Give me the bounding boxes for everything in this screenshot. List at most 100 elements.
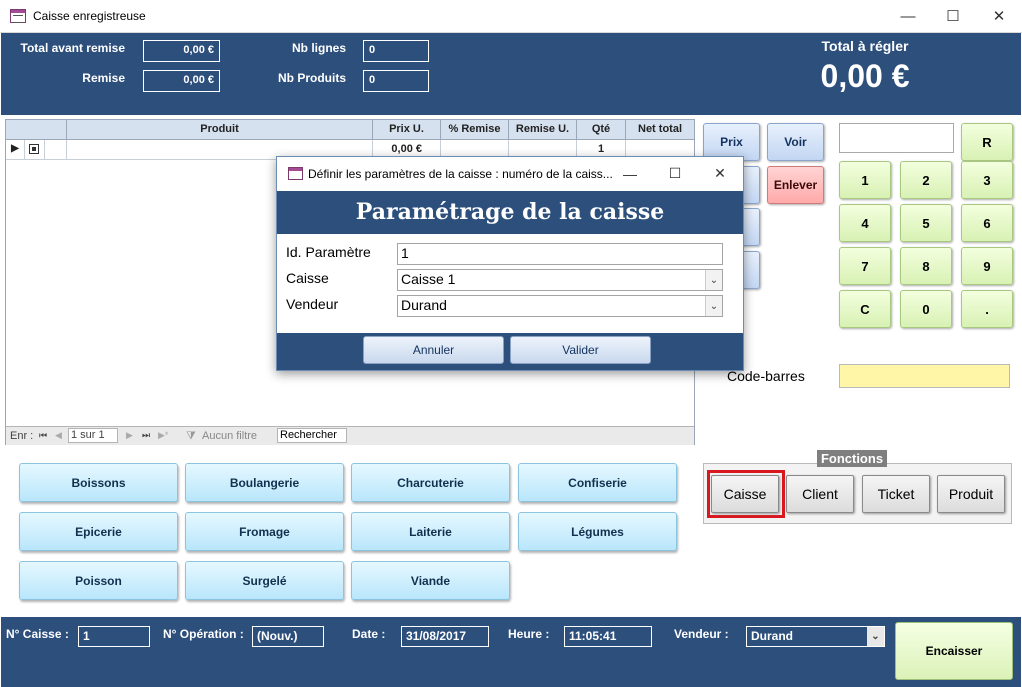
grid-header: Produit Prix U. % Remise Remise U. Qté N…	[6, 120, 694, 140]
caisse-select-value: Caisse 1	[401, 271, 456, 287]
category-fromage-button[interactable]: Fromage	[185, 512, 344, 551]
previous-record-icon[interactable]: ◀	[55, 430, 62, 441]
dialog-titlebar: Définir les paramètres de la caisse : nu…	[277, 157, 743, 190]
column-header-remise-u[interactable]: Remise U.	[508, 120, 576, 140]
record-label: Enr :	[10, 430, 34, 442]
encaisser-button[interactable]: Encaisser	[895, 622, 1013, 680]
category-boulangerie-button[interactable]: Boulangerie	[185, 463, 344, 502]
record-position-field[interactable]: 1 sur 1	[68, 428, 118, 443]
operation-number-field[interactable]: (Nouv.)	[252, 626, 324, 647]
window-title: Caisse enregistreuse	[33, 9, 146, 23]
ticket-button[interactable]: Ticket	[862, 475, 930, 513]
client-button[interactable]: Client	[786, 475, 854, 513]
vendeur-dialog-label: Vendeur	[286, 296, 339, 312]
heure-label: Heure :	[508, 627, 550, 641]
annuler-button[interactable]: Annuler	[363, 336, 504, 364]
next-record-icon[interactable]: ▶	[126, 430, 133, 441]
chevron-down-icon[interactable]: ⌄	[867, 627, 884, 646]
access-form-icon	[10, 9, 26, 23]
barcode-input[interactable]	[839, 364, 1010, 388]
id-parametre-field[interactable]: 1	[397, 243, 723, 265]
category-surgele-button[interactable]: Surgelé	[185, 561, 344, 600]
date-field[interactable]: 31/08/2017	[401, 626, 489, 647]
dialog-form-icon	[288, 167, 303, 180]
key-6[interactable]: 6	[961, 204, 1013, 242]
key-9[interactable]: 9	[961, 247, 1013, 285]
vendeur-label: Vendeur :	[674, 627, 729, 641]
column-header-net-total[interactable]: Net total	[625, 120, 694, 140]
heure-field[interactable]: 11:05:41	[564, 626, 652, 647]
dialog-title: Définir les paramètres de la caisse : nu…	[308, 167, 613, 181]
key-c[interactable]: C	[839, 290, 891, 328]
key-8[interactable]: 8	[900, 247, 952, 285]
current-row-indicator-icon: ▶	[6, 140, 24, 160]
column-header-prix-u[interactable]: Prix U.	[372, 120, 440, 140]
caisse-select[interactable]: Caisse 1 ⌄	[397, 269, 723, 291]
nb-lignes-field: 0	[363, 40, 429, 62]
category-confiserie-button[interactable]: Confiserie	[518, 463, 677, 502]
total-avant-remise-label: Total avant remise	[20, 41, 125, 55]
key-4[interactable]: 4	[839, 204, 891, 242]
caisse-number-label: N° Caisse :	[6, 627, 69, 641]
key-1[interactable]: 1	[839, 161, 891, 199]
row-spacer	[44, 140, 66, 160]
dialog-minimize-button[interactable]: —	[607, 157, 653, 190]
category-boissons-button[interactable]: Boissons	[19, 463, 178, 502]
dialog-close-button[interactable]: ✕	[697, 157, 743, 190]
total-avant-remise-field: 0,00 €	[143, 40, 220, 62]
total-a-regler-label: Total à régler	[821, 38, 909, 54]
key-2[interactable]: 2	[900, 161, 952, 199]
id-parametre-label: Id. Paramètre	[286, 244, 371, 260]
nb-produits-label: Nb Produits	[278, 71, 346, 85]
key-0[interactable]: 0	[900, 290, 952, 328]
caisse-button[interactable]: Caisse	[711, 475, 779, 513]
category-legumes-button[interactable]: Légumes	[518, 512, 677, 551]
minimize-button[interactable]: —	[885, 0, 931, 32]
search-field[interactable]: Rechercher	[277, 428, 347, 443]
category-viande-button[interactable]: Viande	[351, 561, 510, 600]
voir-button[interactable]: Voir	[767, 123, 824, 161]
caisse-label: Caisse	[286, 270, 329, 286]
chevron-down-icon[interactable]: ⌄	[705, 296, 722, 316]
nb-produits-field: 0	[363, 70, 429, 92]
caisse-number-field[interactable]: 1	[78, 626, 150, 647]
column-header-pct-remise[interactable]: % Remise	[440, 120, 508, 140]
enlever-button[interactable]: Enlever	[767, 166, 824, 204]
filter-icon[interactable]: ⧩	[186, 430, 196, 443]
grid-selector-header	[6, 120, 66, 140]
key-r[interactable]: R	[961, 123, 1013, 161]
key-3[interactable]: 3	[961, 161, 1013, 199]
column-header-qte[interactable]: Qté	[576, 120, 625, 140]
maximize-button[interactable]: ☐	[930, 0, 976, 32]
vendeur-select[interactable]: Durand ⌄	[746, 626, 885, 647]
nb-lignes-label: Nb lignes	[291, 41, 346, 55]
chevron-down-icon[interactable]: ⌄	[705, 270, 722, 290]
new-record-icon[interactable]: ▶*	[158, 430, 168, 441]
vendeur-select-value: Durand	[751, 629, 793, 643]
valider-button[interactable]: Valider	[510, 336, 651, 364]
row-selector[interactable]	[24, 140, 44, 160]
dialog-maximize-button[interactable]: ☐	[652, 157, 698, 190]
operation-number-label: N° Opération :	[163, 627, 244, 641]
date-label: Date :	[352, 627, 386, 641]
category-laiterie-button[interactable]: Laiterie	[351, 512, 510, 551]
total-a-regler-value: 0,00 €	[820, 58, 910, 94]
produit-button[interactable]: Produit	[937, 475, 1005, 513]
window-titlebar: Caisse enregistreuse — ☐ ✕	[0, 0, 1022, 33]
category-epicerie-button[interactable]: Epicerie	[19, 512, 178, 551]
filter-status[interactable]: Aucun filtre	[202, 430, 257, 442]
key-7[interactable]: 7	[839, 247, 891, 285]
fonctions-label: Fonctions	[817, 450, 887, 467]
category-poisson-button[interactable]: Poisson	[19, 561, 178, 600]
column-header-produit[interactable]: Produit	[66, 120, 372, 140]
key-decimal[interactable]: .	[961, 290, 1013, 328]
key-5[interactable]: 5	[900, 204, 952, 242]
close-button[interactable]: ✕	[976, 0, 1022, 32]
parametres-dialog: Définir les paramètres de la caisse : nu…	[276, 156, 744, 371]
record-navigation-bar: Enr : ⏮ ◀ 1 sur 1 ▶ ⏭ ▶* ⧩ Aucun filtre …	[6, 426, 694, 445]
first-record-icon[interactable]: ⏮	[39, 430, 47, 441]
category-charcuterie-button[interactable]: Charcuterie	[351, 463, 510, 502]
keypad-display[interactable]	[839, 123, 954, 153]
last-record-icon[interactable]: ⏭	[142, 430, 150, 441]
vendeur-dialog-select[interactable]: Durand ⌄	[397, 295, 723, 317]
